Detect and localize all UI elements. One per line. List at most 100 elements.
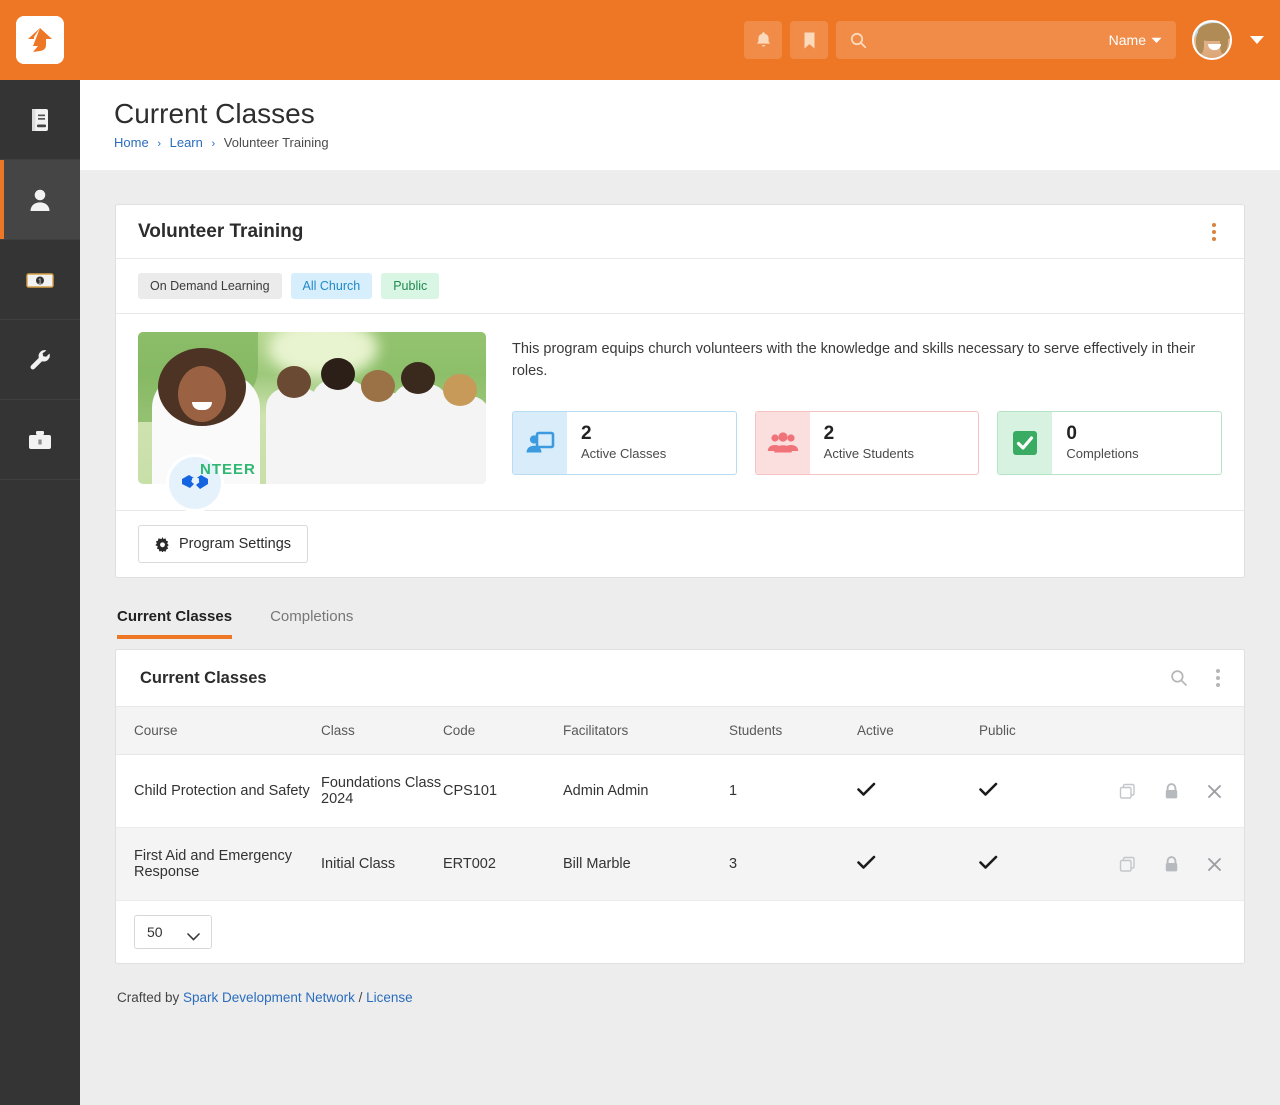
copy-icon — [1119, 783, 1135, 799]
check-icon — [979, 855, 998, 869]
cell-facilitators: Bill Marble — [563, 856, 631, 872]
bell-icon — [756, 32, 770, 47]
grid-header: Current Classes — [116, 650, 1244, 706]
breadcrumb: Home › Learn › Volunteer Training — [114, 135, 1280, 150]
tab-label: Completions — [270, 608, 354, 625]
stat-value: 0 — [1066, 423, 1077, 445]
sidebar-item-book[interactable] — [0, 80, 80, 160]
column-header-public[interactable]: Public — [979, 706, 1115, 755]
program-card-header: Volunteer Training — [116, 205, 1244, 259]
program-menu-button[interactable] — [1206, 217, 1222, 247]
program-card: Volunteer Training On Demand Learning Al… — [115, 204, 1245, 578]
bookmark-icon — [804, 32, 814, 48]
search-scope-label: Name — [1108, 32, 1146, 48]
sidebar-item-finance[interactable]: 1 — [0, 240, 80, 320]
grid-title: Current Classes — [140, 668, 267, 687]
check-icon — [857, 782, 876, 796]
grid-header-actions — [1170, 669, 1220, 687]
badge-all-church: All Church — [290, 273, 373, 299]
program-details: This program equips church volunteers wi… — [488, 332, 1223, 484]
lock-icon — [1165, 782, 1178, 798]
close-row-button[interactable] — [1207, 784, 1222, 799]
close-icon — [1208, 784, 1221, 798]
bookmark-button[interactable] — [790, 21, 828, 59]
program-settings-label: Program Settings — [179, 536, 292, 552]
copy-row-button[interactable] — [1119, 856, 1136, 873]
cell-students: 1 — [729, 783, 738, 799]
stat-active-students: 2 Active Students — [754, 410, 980, 475]
search-input[interactable] — [877, 32, 1109, 48]
breadcrumb-home[interactable]: Home — [114, 135, 149, 150]
breadcrumb-learn[interactable]: Learn — [170, 135, 203, 150]
column-header-course[interactable]: Course — [116, 706, 321, 755]
kebab-menu-icon — [1212, 222, 1216, 227]
table-row[interactable]: Child Protection and Safety Foundations … — [116, 755, 1244, 828]
column-header-active[interactable]: Active — [857, 706, 979, 755]
page-header: Current Classes Home › Learn › Volunteer… — [80, 80, 1280, 170]
stat-completions: 0 Completions — [997, 410, 1223, 475]
tab-current-classes[interactable]: Current Classes — [117, 608, 233, 639]
tab-completions[interactable]: Completions — [270, 608, 353, 639]
avatar[interactable] — [1192, 20, 1232, 60]
grid-search-button[interactable] — [1170, 669, 1188, 687]
badge-public: Public — [381, 273, 440, 299]
presentation-person-icon — [513, 411, 567, 474]
footer-org-link[interactable]: Spark Development Network — [183, 990, 355, 1005]
stat-value: 2 — [581, 423, 592, 445]
wrench-icon — [30, 349, 50, 369]
table-header: Course Class Code Facilitators Students … — [116, 706, 1244, 755]
left-sidebar: 1 — [0, 80, 80, 1105]
stat-label: Active Classes — [581, 446, 667, 462]
sidebar-item-admin[interactable] — [0, 400, 80, 480]
rock-logo[interactable] — [16, 16, 64, 64]
svg-text:1: 1 — [38, 278, 42, 285]
program-settings-button[interactable]: Program Settings — [138, 525, 309, 563]
program-badges: On Demand Learning All Church Public — [116, 259, 1244, 314]
sidebar-item-tools[interactable] — [0, 320, 80, 400]
top-header-bar: Name — [0, 0, 1280, 80]
breadcrumb-separator: › — [157, 138, 161, 151]
copy-row-button[interactable] — [1119, 783, 1136, 800]
page-footer: Crafted by Spark Development Network / L… — [115, 990, 1245, 1005]
check-square-icon — [998, 411, 1053, 474]
cell-active — [857, 755, 979, 828]
cell-active — [857, 828, 979, 901]
sidebar-item-people[interactable] — [0, 160, 80, 240]
lock-row-button[interactable] — [1164, 855, 1179, 873]
column-header-students[interactable]: Students — [729, 706, 857, 755]
current-classes-panel: Current Classes Course Class Code Facili… — [115, 649, 1245, 964]
page-size-select[interactable]: 50 — [134, 915, 212, 949]
cell-code: ERT002 — [443, 856, 496, 872]
breadcrumb-separator: › — [211, 138, 216, 151]
close-row-button[interactable] — [1207, 857, 1222, 872]
column-header-class[interactable]: Class — [321, 706, 443, 755]
check-icon — [857, 855, 876, 869]
search-icon — [1171, 670, 1187, 686]
grid-menu-button[interactable] — [1216, 669, 1220, 687]
notifications-button[interactable] — [744, 21, 782, 59]
stat-label: Completions — [1066, 446, 1139, 462]
kebab-menu-icon — [1216, 669, 1220, 673]
stat-value: 2 — [823, 423, 835, 445]
column-header-facilitators[interactable]: Facilitators — [563, 706, 729, 755]
check-icon — [979, 782, 998, 796]
program-image-wrapper: NTEER — [138, 332, 488, 512]
cell-code: CPS101 — [443, 783, 498, 799]
table-body: Child Protection and Safety Foundations … — [116, 755, 1244, 901]
table-row[interactable]: First Aid and Emergency Response Initial… — [116, 827, 1244, 901]
user-menu-chevron-down-icon[interactable] — [1250, 36, 1264, 44]
global-search[interactable]: Name — [836, 21, 1176, 59]
column-header-actions — [1115, 706, 1244, 755]
stat-label: Active Students — [823, 446, 914, 462]
badge-on-demand-learning: On Demand Learning — [138, 273, 282, 299]
column-header-code[interactable]: Code — [443, 706, 563, 755]
grid-footer: 50 — [116, 901, 1244, 963]
search-scope-dropdown[interactable]: Name — [1109, 32, 1162, 48]
lock-row-button[interactable] — [1164, 782, 1179, 800]
footer-license-link[interactable]: License — [366, 990, 413, 1005]
program-card-footer: Program Settings — [116, 510, 1244, 577]
tab-label: Current Classes — [117, 608, 233, 625]
book-icon — [32, 108, 48, 131]
briefcase-icon — [29, 430, 51, 449]
page-title: Current Classes — [114, 98, 315, 129]
